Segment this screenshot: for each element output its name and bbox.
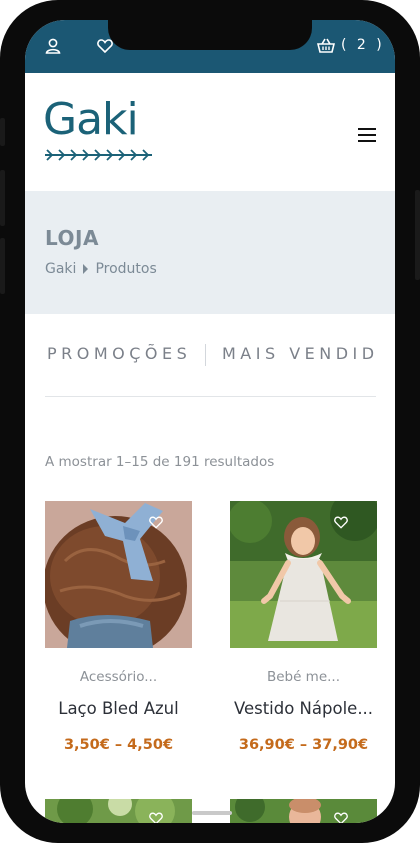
breadcrumb-current: Produtos (95, 261, 157, 277)
basket-icon[interactable] (317, 37, 335, 55)
cart-count[interactable]: ( 2 ) (341, 37, 385, 53)
phone-button-left-3 (0, 238, 5, 294)
screen: ( 2 ) Gaki LOJA Gaki Produtos PROMOÇÕES … (25, 20, 395, 823)
product-category[interactable]: Acessório... (45, 669, 192, 685)
caret-right-icon (83, 264, 89, 274)
product-card-partial[interactable] (230, 799, 377, 823)
tab-promocoes[interactable]: PROMOÇÕES (47, 344, 191, 363)
logo-text: Gaki (43, 94, 139, 145)
product-tabs: PROMOÇÕES MAIS VENDID (45, 344, 395, 368)
page-title: LOJA (45, 226, 99, 250)
breadcrumb: Gaki Produtos (45, 261, 157, 277)
product-image[interactable] (230, 501, 377, 648)
results-count: A mostrar 1–15 de 191 resultados (45, 454, 275, 470)
phone-button-left-2 (0, 170, 5, 226)
user-icon[interactable] (44, 37, 62, 55)
product-price: 36,90€ – 37,90€ (238, 737, 369, 753)
site-header: Gaki (25, 73, 395, 191)
home-indicator (192, 811, 232, 815)
product-image[interactable] (45, 799, 192, 823)
phone-notch (108, 20, 312, 50)
tab-divider (205, 344, 206, 366)
tab-mais-vendidos[interactable]: MAIS VENDID (222, 344, 379, 363)
logo-arrows-icon (45, 149, 152, 161)
menu-hamburger-icon[interactable] (358, 128, 376, 144)
divider (45, 396, 376, 397)
page-banner: LOJA Gaki Produtos (25, 191, 395, 314)
product-name[interactable]: Vestido Nápole... (230, 699, 377, 718)
phone-button-right (415, 190, 420, 280)
phone-button-left-1 (0, 118, 5, 146)
product-price: 3,50€ – 4,50€ (63, 737, 174, 753)
breadcrumb-home[interactable]: Gaki (45, 261, 76, 277)
product-name[interactable]: Laço Bled Azul (45, 699, 192, 718)
product-category[interactable]: Bebé me... (230, 669, 377, 685)
wishlist-heart-icon[interactable] (333, 515, 349, 529)
product-image[interactable] (230, 799, 377, 823)
site-logo[interactable]: Gaki (43, 94, 152, 161)
product-card-partial[interactable] (45, 799, 192, 823)
wishlist-heart-icon[interactable] (333, 811, 349, 823)
product-image[interactable] (45, 501, 192, 648)
wishlist-heart-icon[interactable] (148, 515, 164, 529)
wishlist-heart-icon[interactable] (148, 811, 164, 823)
